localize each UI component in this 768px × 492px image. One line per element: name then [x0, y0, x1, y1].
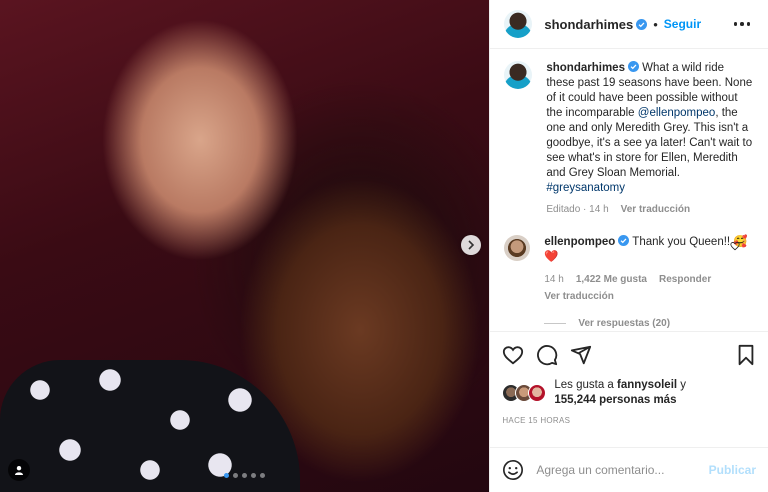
share-icon[interactable]	[570, 344, 592, 366]
comment-username[interactable]: ellenpompeo	[544, 236, 615, 248]
verified-badge-icon	[618, 235, 630, 246]
avatar[interactable]	[504, 235, 531, 261]
comment-likes[interactable]: 1,422 Me gusta	[576, 272, 647, 287]
edited-label: Editado · 14 h	[546, 204, 609, 215]
chevron-right-icon[interactable]	[461, 235, 481, 255]
carousel-dot	[242, 473, 248, 478]
caption-username[interactable]: shondarhimes	[546, 62, 625, 74]
avatar[interactable]	[504, 10, 533, 38]
comments-section: shondarhimes What a wild ride these past…	[490, 49, 768, 331]
likes-join: y	[677, 379, 687, 391]
view-replies-label: Ver respuestas (20)	[578, 318, 671, 329]
view-replies-button[interactable]: Ver respuestas (20)	[544, 318, 754, 329]
liked-by-username[interactable]: fannysoleil	[617, 379, 677, 391]
carousel-indicator	[0, 473, 489, 478]
comment-icon[interactable]	[536, 344, 558, 366]
comment-item: ellenpompeo Thank you Queen!! 🥰❤️ 14 h 1…	[504, 235, 754, 304]
verified-badge-icon	[627, 61, 639, 72]
post-sidebar: shondarhimes • Seguir shondarhimes What …	[489, 0, 768, 492]
mention-link[interactable]: @ellenpompeo	[638, 107, 716, 119]
verified-badge-icon	[636, 18, 648, 30]
separator: •	[653, 16, 658, 32]
bookmark-icon[interactable]	[736, 344, 756, 366]
others-count[interactable]: 155,244 personas más	[554, 394, 676, 406]
emoji-icon[interactable]	[502, 459, 524, 481]
carousel-dot	[260, 473, 266, 478]
add-comment-bar: Agrega un comentario... Publicar	[490, 447, 768, 492]
hashtag-link[interactable]: #greysanatomy	[546, 182, 625, 194]
liker-avatars[interactable]	[502, 383, 548, 403]
carousel-dot	[233, 473, 239, 478]
post-header: shondarhimes • Seguir	[490, 0, 768, 49]
post-timestamp[interactable]: HACE 15 HORAS	[502, 416, 756, 425]
likes-prefix: Les gusta a	[554, 379, 618, 391]
comment-time: 14 h	[544, 274, 564, 285]
comment-input[interactable]: Agrega un comentario...	[536, 463, 708, 477]
heart-icon[interactable]	[730, 241, 740, 251]
likes-summary: Les gusta a fannysoleil y 155,244 person…	[502, 378, 756, 408]
see-translation-link[interactable]: Ver traducción	[621, 202, 690, 217]
caption: shondarhimes What a wild ride these past…	[504, 61, 754, 217]
avatar[interactable]	[504, 61, 533, 89]
instagram-post: shondarhimes • Seguir shondarhimes What …	[0, 0, 768, 492]
see-translation-link[interactable]: Ver traducción	[544, 289, 613, 304]
heart-icon[interactable]	[502, 344, 524, 366]
publish-button[interactable]: Publicar	[709, 463, 756, 477]
author-username[interactable]: shondarhimes	[544, 17, 633, 32]
reply-button[interactable]: Responder	[659, 272, 711, 287]
carousel-dot	[251, 473, 257, 478]
post-photo[interactable]	[0, 0, 490, 492]
divider	[544, 323, 567, 324]
follow-button[interactable]: Seguir	[664, 17, 701, 31]
more-icon[interactable]	[730, 18, 755, 30]
carousel-dot	[224, 473, 230, 478]
